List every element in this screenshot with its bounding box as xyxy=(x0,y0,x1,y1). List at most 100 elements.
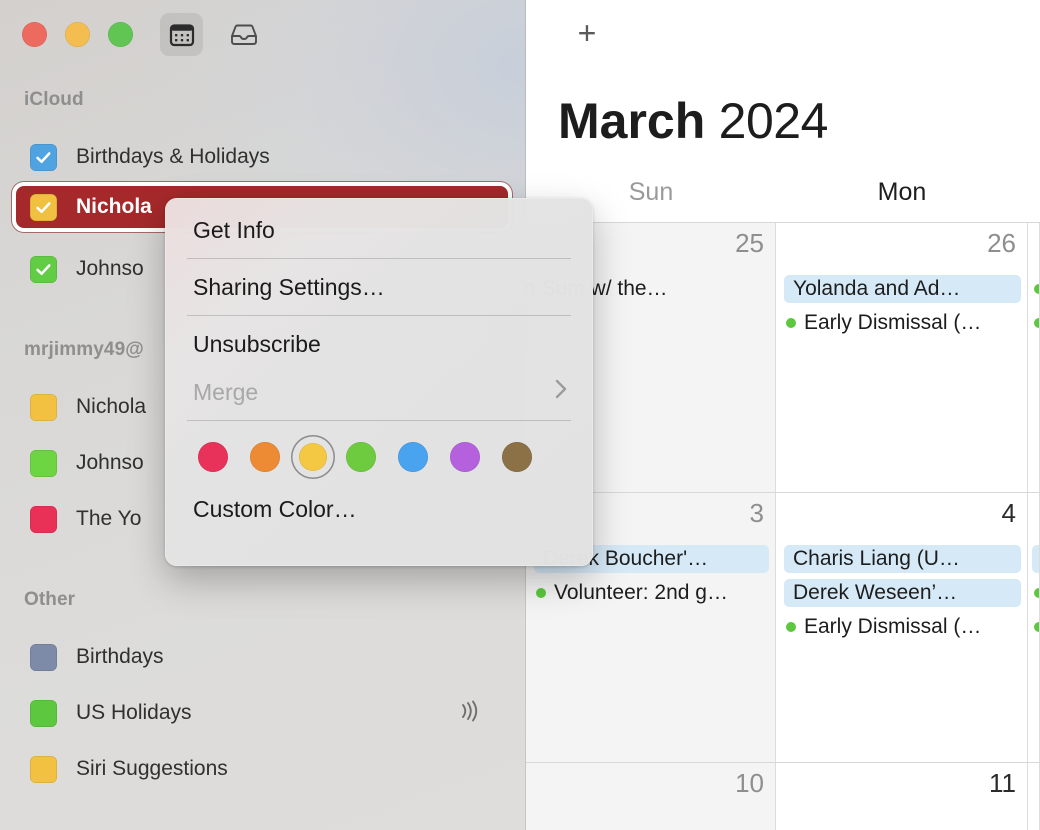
day-number: 26 xyxy=(987,228,1016,258)
calendar-event[interactable] xyxy=(1032,545,1039,573)
event-title: Charis Liang (U… xyxy=(793,547,960,570)
calendar-event[interactable] xyxy=(1032,613,1039,641)
calendar-week-row: 3 Derek Boucher'… Volunteer: 2nd g… 4 Ch… xyxy=(526,492,1040,762)
month-label: March xyxy=(558,93,706,149)
checkmark-icon xyxy=(36,263,51,275)
calendar-context-menu: Get Info Sharing Settings… Unsubscribe M… xyxy=(165,198,593,566)
calendar-app-window: iCloud Birthdays & Holidays Nichola John… xyxy=(0,0,1040,830)
day-number: 3 xyxy=(749,498,764,528)
page-title: March 2024 xyxy=(558,92,828,150)
event-color-dot xyxy=(536,588,546,598)
calendar-event[interactable]: Yolanda and Ad… xyxy=(784,275,1021,303)
sidebar-item-label: Birthdays xyxy=(76,645,164,668)
day-cell-4[interactable]: 4 Charis Liang (U… Derek Weseen’… Early … xyxy=(776,493,1028,762)
calendar-checkbox-birthdays-holidays[interactable] xyxy=(30,143,57,171)
day-number: 10 xyxy=(735,768,764,798)
event-title: Yolanda and Ad… xyxy=(793,277,961,300)
menu-item-get-info[interactable]: Get Info xyxy=(165,206,593,254)
calendar-checkbox-johnson[interactable] xyxy=(30,255,57,283)
sidebar-item-birthdays[interactable]: Birthdays xyxy=(16,636,508,678)
calendar-main-panel: + March 2024 Sun Mon 25 n Sum w/ the… 26 xyxy=(526,0,1040,830)
menu-item-label: Unsubscribe xyxy=(193,330,321,357)
event-title: Volunteer: 2nd g… xyxy=(554,581,728,604)
sidebar-item-label: Nichola xyxy=(76,395,147,418)
sidebar-item-us-holidays[interactable]: US Holidays xyxy=(16,692,508,734)
zoom-button[interactable] xyxy=(108,22,133,47)
day-cell-27[interactable] xyxy=(1028,223,1040,492)
sidebar-section-header-mrjimmy49: mrjimmy49@ xyxy=(24,339,144,360)
color-option-green[interactable] xyxy=(335,435,387,479)
calendar-checkbox-the-yo[interactable] xyxy=(30,505,57,533)
calendar-grid: 25 n Sum w/ the… 26 Yolanda and Ad… Earl… xyxy=(526,222,1040,830)
calendar-week-row: 25 n Sum w/ the… 26 Yolanda and Ad… Earl… xyxy=(526,222,1040,492)
color-option-red[interactable] xyxy=(187,435,239,479)
sidebar-item-label: US Holidays xyxy=(76,701,192,724)
menu-item-sharing-settings[interactable]: Sharing Settings… xyxy=(165,263,593,311)
event-color-dot xyxy=(1034,318,1039,328)
menu-item-label: Get Info xyxy=(193,216,275,243)
checkmark-icon xyxy=(36,201,51,213)
calendar-icon xyxy=(169,23,194,46)
sidebar-item-label: Siri Suggestions xyxy=(76,757,228,780)
day-cell-11[interactable]: 11 xyxy=(776,763,1028,830)
calendar-checkbox-birthdays[interactable] xyxy=(30,643,57,671)
calendar-checkbox-siri-suggestions[interactable] xyxy=(30,755,57,783)
color-option-blue[interactable] xyxy=(387,435,439,479)
sidebar-item-label: Johnso xyxy=(76,257,144,280)
calendar-event[interactable]: Volunteer: 2nd g… xyxy=(534,579,769,607)
checkmark-icon xyxy=(36,151,51,163)
event-color-dot xyxy=(786,622,796,632)
sidebar-item-birthdays-holidays[interactable]: Birthdays & Holidays xyxy=(16,136,508,178)
sidebar-section-header-other: Other xyxy=(24,589,76,610)
calendar-event[interactable]: Charis Liang (U… xyxy=(784,545,1021,573)
calendar-event[interactable]: Derek Weseen’… xyxy=(784,579,1021,607)
day-cell-12[interactable] xyxy=(1028,763,1040,830)
minimize-button[interactable] xyxy=(65,22,90,47)
color-option-yellow[interactable] xyxy=(291,435,335,479)
event-title: Early Dismissal (… xyxy=(804,311,982,334)
color-option-orange[interactable] xyxy=(239,435,291,479)
calendar-view-button[interactable] xyxy=(160,13,203,56)
day-cell-10[interactable]: 10 xyxy=(526,763,776,830)
calendar-event[interactable] xyxy=(1032,275,1039,303)
inbox-tray-icon xyxy=(230,24,257,45)
inbox-button[interactable] xyxy=(222,13,265,56)
menu-separator xyxy=(187,315,571,316)
menu-item-merge: Merge xyxy=(165,368,593,416)
menu-item-custom-color[interactable]: Custom Color… xyxy=(165,487,593,531)
window-controls xyxy=(22,22,133,47)
menu-separator xyxy=(187,258,571,259)
calendar-event[interactable]: Early Dismissal (… xyxy=(784,309,1021,337)
sidebar-item-label: Johnso xyxy=(76,451,144,474)
weekday-mon: Mon xyxy=(877,178,927,206)
day-number: 25 xyxy=(735,228,764,258)
calendar-event[interactable] xyxy=(1032,309,1039,337)
sidebar-item-label: Nichola xyxy=(76,195,152,218)
year-label: 2024 xyxy=(718,93,829,149)
sidebar-section-header-icloud: iCloud xyxy=(24,89,84,110)
menu-item-label: Merge xyxy=(193,378,259,405)
subscribed-broadcast-icon xyxy=(454,697,482,730)
event-color-dot xyxy=(1034,284,1039,294)
calendar-checkbox-johnson-2[interactable] xyxy=(30,449,57,477)
event-title: Derek Weseen’… xyxy=(793,581,958,604)
close-button[interactable] xyxy=(22,22,47,47)
calendar-checkbox-nicholas-2[interactable] xyxy=(30,393,57,421)
day-cell-26[interactable]: 26 Yolanda and Ad… Early Dismissal (… xyxy=(776,223,1028,492)
calendar-checkbox-us-holidays[interactable] xyxy=(30,699,57,727)
calendar-checkbox-nicholas[interactable] xyxy=(30,193,57,221)
calendar-event[interactable]: Early Dismissal (… xyxy=(784,613,1021,641)
day-number: 11 xyxy=(989,768,1016,798)
day-cell-5[interactable] xyxy=(1028,493,1040,762)
color-option-purple[interactable] xyxy=(439,435,491,479)
calendar-week-row: 10 11 xyxy=(526,762,1040,830)
sidebar-item-siri-suggestions[interactable]: Siri Suggestions xyxy=(16,748,508,790)
menu-item-label: Custom Color… xyxy=(193,495,357,522)
event-title: Early Dismissal (… xyxy=(804,615,982,638)
add-event-button[interactable]: + xyxy=(572,17,602,49)
menu-item-unsubscribe[interactable]: Unsubscribe xyxy=(165,320,593,368)
calendar-event[interactable] xyxy=(1032,579,1039,607)
color-option-brown[interactable] xyxy=(491,435,543,479)
sidebar-item-label: Birthdays & Holidays xyxy=(76,145,270,168)
menu-item-label: Sharing Settings… xyxy=(193,273,385,300)
